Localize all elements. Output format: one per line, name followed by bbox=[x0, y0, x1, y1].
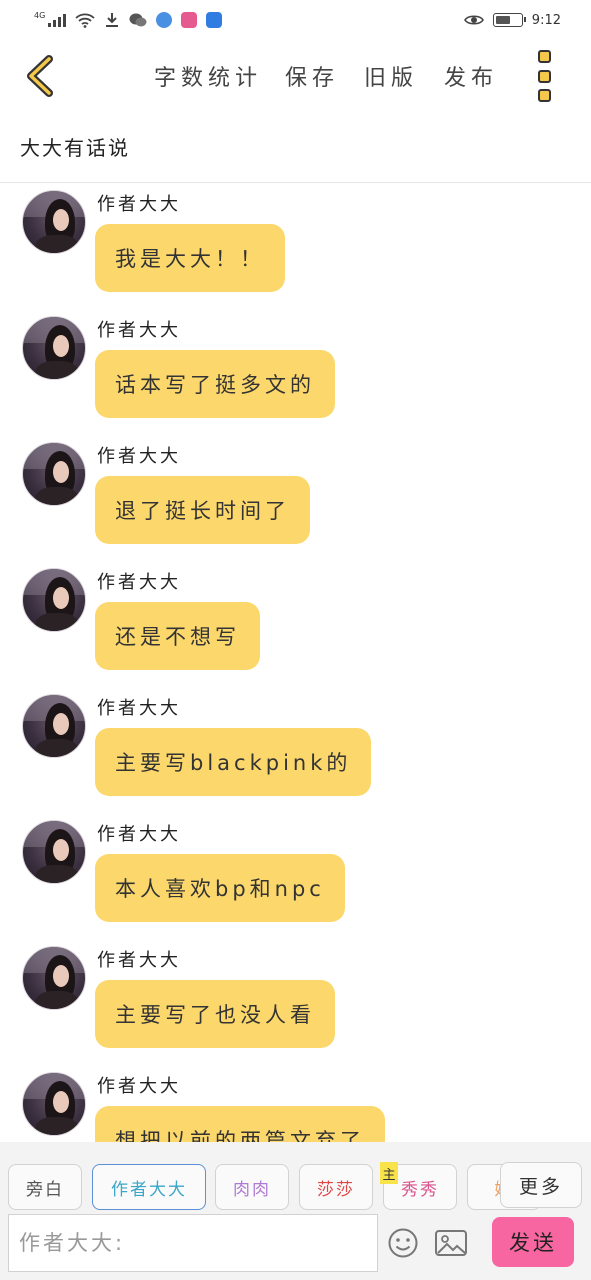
message-item[interactable]: 作者大大 我是大大！！ bbox=[0, 184, 591, 310]
composer: 发送 bbox=[0, 1210, 591, 1280]
role-label: 旁白 bbox=[26, 1179, 64, 1200]
avatar[interactable] bbox=[22, 568, 86, 632]
sender-name: 作者大大 bbox=[97, 824, 181, 845]
network-type: 4G bbox=[34, 10, 46, 20]
role-chip[interactable]: 旁白 bbox=[8, 1164, 82, 1210]
avatar[interactable] bbox=[22, 316, 86, 380]
message-bubble[interactable]: 主要写了也没人看 bbox=[95, 980, 335, 1048]
message-bubble[interactable]: 还是不想写 bbox=[95, 602, 260, 670]
sender-name: 作者大大 bbox=[97, 572, 181, 593]
role-chip-active[interactable]: 作者大大 bbox=[92, 1164, 206, 1210]
message-list[interactable]: 作者大大 我是大大！！ 作者大大 话本写了挺多文的 作者大大 退了挺长时间了 作… bbox=[0, 184, 591, 1142]
message-item[interactable]: 作者大大 主要写了也没人看 bbox=[0, 940, 591, 1066]
status-left: 4G bbox=[34, 10, 223, 28]
status-right: 9:12 bbox=[463, 12, 561, 28]
role-selector: 旁白 作者大大 肉肉 莎莎 秀秀 主 妮 更多 bbox=[0, 1142, 591, 1210]
shield-app-icon bbox=[206, 12, 223, 28]
download-icon bbox=[106, 13, 119, 27]
main-role-badge: 主 bbox=[380, 1162, 398, 1184]
message-bubble[interactable]: 退了挺长时间了 bbox=[95, 476, 310, 544]
publish-button[interactable]: 发布 bbox=[444, 60, 498, 92]
message-bubble[interactable]: 本人喜欢bp和npc bbox=[95, 854, 345, 922]
role-label: 莎莎 bbox=[317, 1179, 355, 1200]
divider bbox=[0, 182, 591, 183]
avatar[interactable] bbox=[22, 694, 86, 758]
sender-name: 作者大大 bbox=[97, 1076, 181, 1097]
signal-icon bbox=[48, 13, 67, 27]
message-item[interactable]: 作者大大 话本写了挺多文的 bbox=[0, 310, 591, 436]
send-button[interactable]: 发送 bbox=[492, 1217, 574, 1267]
message-item[interactable]: 作者大大 还是不想写 bbox=[0, 562, 591, 688]
more-menu-button[interactable] bbox=[532, 50, 556, 102]
message-bubble[interactable]: 我是大大！！ bbox=[95, 224, 285, 292]
menu-dot-icon bbox=[537, 50, 551, 63]
word-count-button[interactable]: 字数统计 bbox=[154, 60, 262, 92]
smiley-icon bbox=[388, 1228, 418, 1258]
role-label: 作者大大 bbox=[111, 1179, 187, 1200]
more-roles-button[interactable]: 更多 bbox=[500, 1162, 582, 1208]
chevron-left-icon bbox=[27, 55, 53, 97]
eye-icon bbox=[463, 15, 484, 25]
role-label: 秀秀 bbox=[401, 1179, 439, 1200]
avatar[interactable] bbox=[22, 820, 86, 884]
save-button[interactable]: 保存 bbox=[285, 60, 339, 92]
emoji-button[interactable] bbox=[386, 1226, 420, 1260]
back-button[interactable] bbox=[18, 54, 62, 98]
clock: 9:12 bbox=[531, 12, 561, 28]
battery-icon bbox=[492, 13, 526, 27]
wifi-icon bbox=[75, 13, 95, 28]
sender-name: 作者大大 bbox=[97, 194, 181, 215]
message-input[interactable] bbox=[8, 1214, 378, 1272]
message-item[interactable]: 作者大大 退了挺长时间了 bbox=[0, 436, 591, 562]
sender-name: 作者大大 bbox=[97, 446, 181, 467]
avatar[interactable] bbox=[22, 1072, 86, 1136]
old-version-button[interactable]: 旧版 bbox=[364, 60, 418, 92]
avatar[interactable] bbox=[22, 190, 86, 254]
avatar[interactable] bbox=[22, 946, 86, 1010]
message-bubble[interactable]: 想把以前的两篇文弃了 bbox=[95, 1106, 385, 1142]
role-label: 肉肉 bbox=[233, 1179, 271, 1200]
browser-app-icon bbox=[156, 12, 173, 28]
message-item[interactable]: 作者大大 本人喜欢bp和npc bbox=[0, 814, 591, 940]
sender-name: 作者大大 bbox=[97, 698, 181, 719]
image-button[interactable] bbox=[434, 1226, 468, 1260]
role-chip[interactable]: 莎莎 bbox=[299, 1164, 373, 1210]
status-bar: 4G 9:12 bbox=[0, 0, 591, 40]
image-icon bbox=[435, 1230, 467, 1256]
role-chip[interactable]: 肉肉 bbox=[215, 1164, 289, 1210]
message-item[interactable]: 作者大大 想把以前的两篇文弃了 bbox=[0, 1066, 591, 1142]
message-bubble[interactable]: 主要写blackpink的 bbox=[95, 728, 372, 796]
sender-name: 作者大大 bbox=[97, 320, 181, 341]
message-bubble[interactable]: 话本写了挺多文的 bbox=[95, 350, 335, 418]
wechat-icon bbox=[129, 13, 147, 27]
top-toolbar: 字数统计 保存 旧版 发布 bbox=[0, 40, 591, 116]
avatar[interactable] bbox=[22, 442, 86, 506]
menu-dot-icon bbox=[537, 69, 551, 83]
store-app-icon bbox=[181, 12, 198, 28]
sender-name: 作者大大 bbox=[97, 950, 181, 971]
menu-dot-icon bbox=[537, 89, 551, 102]
message-item[interactable]: 作者大大 主要写blackpink的 bbox=[0, 688, 591, 814]
page-title: 大大有话说 bbox=[20, 136, 130, 160]
